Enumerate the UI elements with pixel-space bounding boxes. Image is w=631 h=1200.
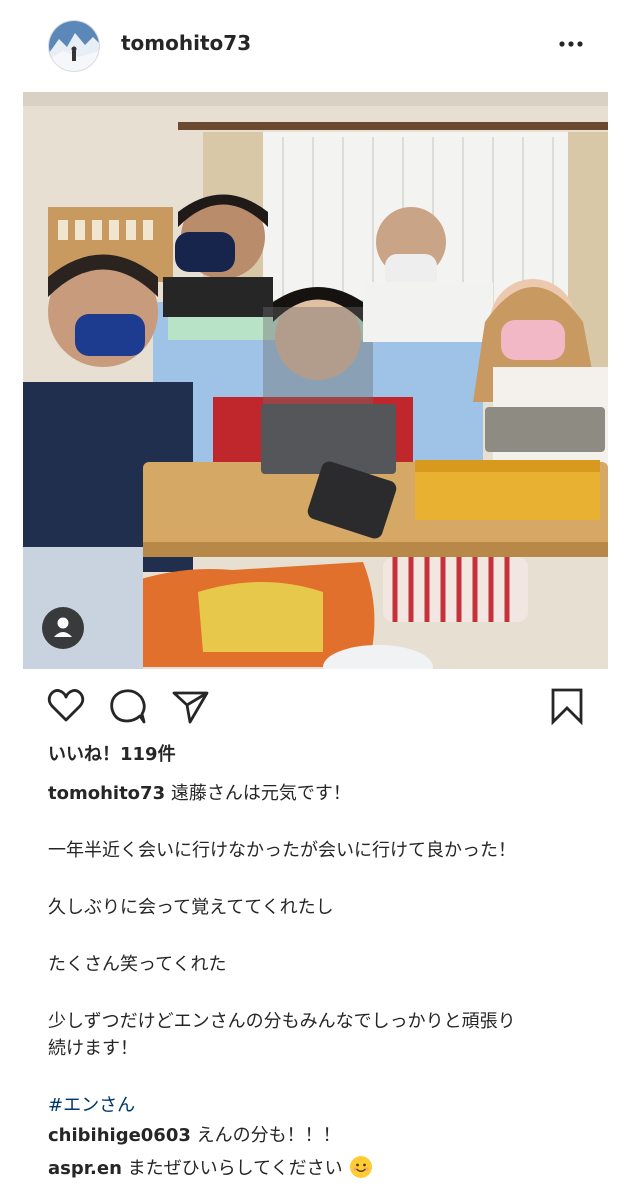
comment-1: chibihige0603 えんの分も！！！ <box>48 1122 341 1149</box>
share-icon[interactable] <box>170 686 210 726</box>
smiling-face-emoji <box>350 1156 373 1178</box>
caption-line-6: 続けます！ <box>48 1038 138 1059</box>
caption-line-2: 一年半近く会いに行けなかったが会いに行けて良かった！ <box>48 840 516 861</box>
comment-text: またぜひいらしてください <box>127 1158 343 1179</box>
action-bar <box>0 680 631 735</box>
caption-line-5: 少しずつだけどエンさんの分もみんなでしっかりと頑張り <box>48 1011 516 1032</box>
caption-line-4: たくさん笑ってくれた <box>48 954 227 975</box>
comment-username[interactable]: aspr.en <box>48 1158 122 1179</box>
comment-2: aspr.en またぜひいらしてください <box>48 1155 373 1182</box>
more-options-icon[interactable] <box>556 34 586 54</box>
caption-username[interactable]: tomohito73 <box>48 783 165 804</box>
hashtag-link[interactable]: #エンさん <box>48 1092 588 1119</box>
likes-count[interactable]: いいね！119件 <box>48 740 176 766</box>
profile-avatar[interactable] <box>48 20 100 72</box>
bookmark-icon[interactable] <box>547 686 587 726</box>
post-header: tomohito73 <box>0 0 631 92</box>
comment-text: えんの分も！！！ <box>196 1125 341 1146</box>
caption-line-1: tomohito73 遠藤さんは元気です！ <box>48 780 588 807</box>
user-tag-icon[interactable] <box>42 607 84 649</box>
comment-icon[interactable] <box>108 686 148 726</box>
caption-line-3: 久しぶりに会って覚えててくれたし <box>48 897 334 918</box>
caption-text: 遠藤さんは元気です！ <box>170 783 351 804</box>
heart-icon[interactable] <box>46 686 86 726</box>
caption: tomohito73 遠藤さんは元気です！ 一年半近く会いに行けなかったが会いに… <box>48 780 588 1119</box>
post-photo[interactable] <box>23 92 608 669</box>
comment-username[interactable]: chibihige0603 <box>48 1125 191 1146</box>
post-username[interactable]: tomohito73 <box>121 31 251 55</box>
